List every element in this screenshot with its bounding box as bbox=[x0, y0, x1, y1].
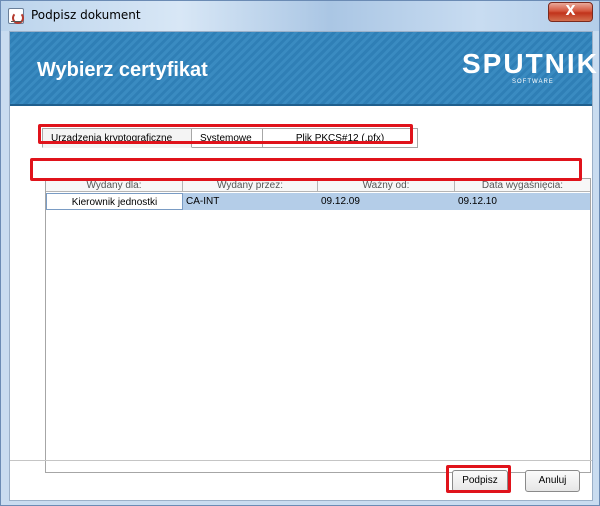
footer-divider bbox=[10, 460, 592, 461]
window-title: Podpisz dokument bbox=[31, 8, 141, 22]
title-bar[interactable]: Podpisz dokument X bbox=[1, 1, 599, 31]
cancel-button[interactable]: Anuluj bbox=[525, 470, 580, 492]
cell-valid-from: 09.12.09 bbox=[321, 196, 360, 207]
table-row[interactable]: Kierownik jednostki CA-INT 09.12.09 09.1… bbox=[46, 193, 590, 210]
close-button[interactable]: X bbox=[548, 2, 593, 22]
row-highlight-frame bbox=[30, 158, 582, 181]
sputnik-logo-subtitle: SOFTWARE bbox=[512, 79, 554, 85]
cell-expiry-date: 09.12.10 bbox=[458, 196, 497, 207]
cell-issued-by: CA-INT bbox=[186, 196, 220, 207]
tabs-highlight-frame bbox=[38, 124, 413, 144]
java-app-icon bbox=[8, 8, 24, 24]
sign-button-highlight-frame bbox=[446, 465, 511, 493]
dialog-content: Wybierz certyfikat SPUTNIK SOFTWARE Urzą… bbox=[9, 31, 597, 501]
page-title: Wybierz certyfikat bbox=[37, 59, 208, 81]
dialog-window: Podpisz dokument X Wybierz certyfikat SP… bbox=[0, 0, 600, 506]
sputnik-logo: SPUTNIK bbox=[462, 48, 599, 79]
cell-issued-to: Kierownik jednostki bbox=[46, 193, 183, 210]
header-banner: Wybierz certyfikat SPUTNIK SOFTWARE bbox=[10, 32, 597, 106]
certificate-table: Wydany dla: Wydany przez: Ważny od: Data… bbox=[45, 178, 591, 473]
